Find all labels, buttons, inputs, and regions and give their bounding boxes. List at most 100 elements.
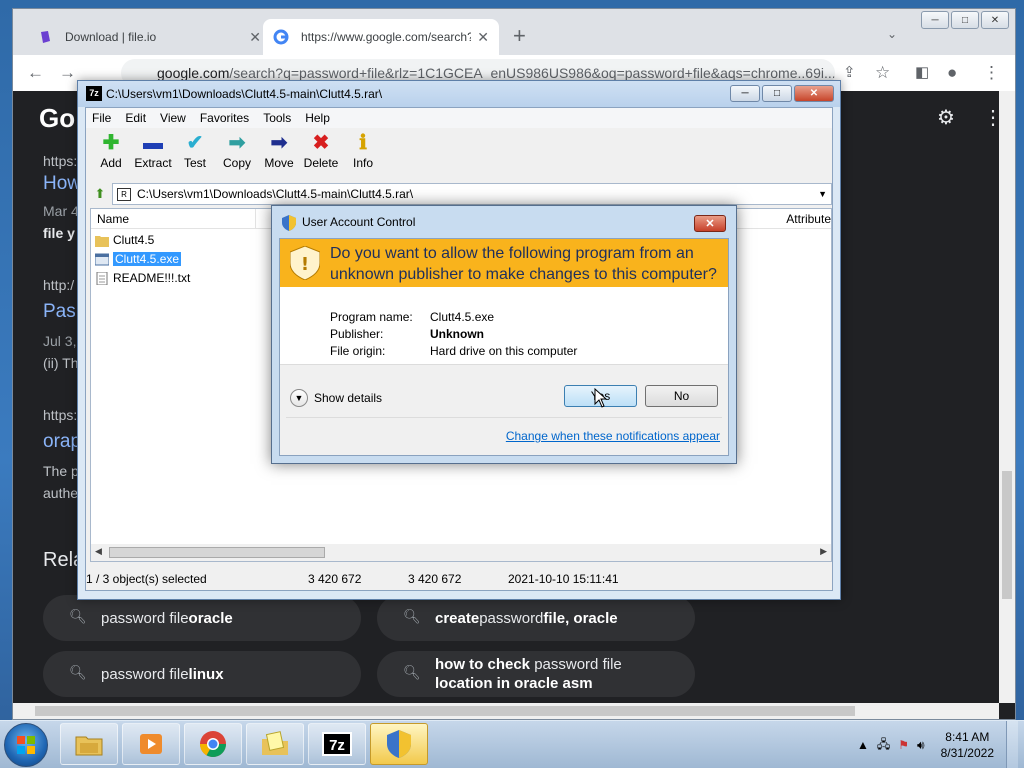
- new-tab-button[interactable]: +: [513, 23, 526, 49]
- result-snippet: (ii) Th: [43, 355, 79, 371]
- show-desktop-button[interactable]: [1006, 721, 1018, 768]
- search-icon: 🔍︎: [403, 608, 421, 624]
- horizontal-scrollbar[interactable]: [13, 703, 999, 719]
- taskbar-chrome[interactable]: [184, 723, 242, 765]
- maximize-button[interactable]: □: [951, 11, 979, 29]
- column-name[interactable]: Name: [97, 212, 129, 226]
- related-search-chip[interactable]: 🔍︎ how to check password file location in…: [377, 651, 695, 697]
- add-icon: ✚: [102, 132, 120, 154]
- file-row-selected[interactable]: Clutt4.5.exe: [95, 250, 182, 268]
- tab-close-icon[interactable]: ✕: [477, 29, 489, 46]
- status-packed-size: 3 420 672: [408, 572, 462, 586]
- menu-help[interactable]: Help: [305, 111, 330, 125]
- copy-button[interactable]: ➡ Copy: [216, 130, 258, 178]
- file-row[interactable]: Clutt4.5: [95, 231, 154, 249]
- clock[interactable]: 8:41 AM 8/31/2022: [941, 729, 994, 761]
- sevenzip-titlebar[interactable]: 7z C:\Users\vm1\Downloads\Clutt4.5-main\…: [78, 81, 840, 107]
- folder-icon: [95, 235, 109, 247]
- taskbar-explorer[interactable]: [60, 723, 118, 765]
- show-hidden-icons-icon[interactable]: ▲: [857, 738, 869, 752]
- vertical-scrollbar[interactable]: [999, 91, 1015, 703]
- taskbar-uac[interactable]: [370, 723, 428, 765]
- close-button[interactable]: ✕: [794, 85, 834, 102]
- network-icon[interactable]: 🖧︎: [877, 735, 890, 756]
- result-date: Jul 3,: [43, 333, 77, 349]
- path-combobox[interactable]: R C:\Users\vm1\Downloads\Clutt4.5-main\C…: [112, 183, 832, 205]
- file-list-hscrollbar[interactable]: ◀ ▶: [91, 544, 831, 561]
- scrollbar-thumb[interactable]: [109, 547, 325, 558]
- chrome-icon: [199, 731, 227, 758]
- result-title[interactable]: How: [43, 173, 81, 195]
- minimize-button[interactable]: ─: [730, 85, 760, 102]
- dropdown-arrow-icon[interactable]: ▼: [818, 189, 827, 199]
- google-logo[interactable]: Go: [39, 103, 75, 134]
- close-button[interactable]: ✕: [694, 215, 726, 232]
- tab-close-icon[interactable]: ✕: [249, 29, 261, 46]
- toolbar: ✚ Add ▬ Extract ✔ Test ➡ Copy ➡ Move ✖ Delete …: [86, 130, 832, 178]
- uac-dialog: User Account Control ✕ ! Do you want to …: [271, 205, 737, 464]
- scrollbar-thumb[interactable]: [35, 706, 855, 716]
- forward-arrow-icon[interactable]: →: [59, 63, 76, 83]
- info-button[interactable]: ℹ Info: [342, 130, 384, 178]
- action-center-icon[interactable]: ⚑: [898, 738, 909, 752]
- change-notifications-link[interactable]: Change when these notifications appear: [506, 429, 720, 443]
- star-icon[interactable]: ☆: [875, 63, 890, 83]
- menu-edit[interactable]: Edit: [125, 111, 146, 125]
- taskbar-media-player[interactable]: [122, 723, 180, 765]
- menu-favorites[interactable]: Favorites: [200, 111, 249, 125]
- shield-icon: [282, 215, 296, 231]
- related-search-chip[interactable]: 🔍︎ password file linux: [43, 651, 361, 697]
- settings-gear-icon[interactable]: ⚙: [937, 105, 955, 130]
- chevron-down-icon: ▼: [290, 389, 308, 407]
- uac-titlebar[interactable]: User Account Control ✕: [272, 206, 736, 238]
- result-title[interactable]: Pas: [43, 301, 76, 323]
- uac-footer: ▼ Show details Yes No Change when these …: [280, 364, 728, 455]
- taskbar-folder-note[interactable]: [246, 723, 304, 765]
- close-button[interactable]: ✕: [981, 11, 1009, 29]
- tab-file-io[interactable]: Download | file.io ✕: [27, 19, 271, 55]
- search-icon: 🔍︎: [403, 664, 421, 680]
- file-row[interactable]: README!!!.txt: [95, 269, 190, 287]
- taskbar: 7z ▲ 🖧︎ ⚑ 🔊︎ 8:41 AM 8/31/2022: [0, 720, 1024, 768]
- related-search-chip[interactable]: 🔍︎ create password file, oracle: [377, 595, 695, 641]
- maximize-button[interactable]: □: [762, 85, 792, 102]
- start-button[interactable]: [4, 723, 48, 767]
- uac-body: ! Do you want to allow the following pro…: [279, 238, 729, 456]
- chip-bold: oracle: [188, 609, 233, 627]
- result-url[interactable]: https:: [43, 407, 77, 423]
- share-icon[interactable]: ⇪: [843, 63, 856, 81]
- menu-file[interactable]: File: [92, 111, 111, 125]
- result-url[interactable]: https:: [43, 153, 77, 169]
- menu-view[interactable]: View: [160, 111, 186, 125]
- back-arrow-icon[interactable]: ←: [27, 63, 44, 83]
- tab-google-search[interactable]: https://www.google.com/search? ✕: [263, 19, 499, 55]
- delete-button[interactable]: ✖ Delete: [300, 130, 342, 178]
- extract-button[interactable]: ▬ Extract: [132, 130, 174, 178]
- column-attributes[interactable]: Attribute: [786, 212, 831, 226]
- scroll-right-icon[interactable]: ▶: [820, 546, 827, 557]
- tab-search-icon[interactable]: ⌄: [887, 27, 897, 41]
- move-button[interactable]: ➡ Move: [258, 130, 300, 178]
- add-button[interactable]: ✚ Add: [90, 130, 132, 178]
- related-search-chip[interactable]: 🔍︎ password file oracle: [43, 595, 361, 641]
- sidepanel-icon[interactable]: ◧: [915, 63, 929, 81]
- mouse-cursor-icon: [594, 388, 608, 408]
- result-title[interactable]: orap: [43, 431, 81, 453]
- test-button[interactable]: ✔ Test: [174, 130, 216, 178]
- result-url[interactable]: http:/: [43, 277, 74, 293]
- menu-tools[interactable]: Tools: [263, 111, 291, 125]
- scrollbar-thumb[interactable]: [1002, 471, 1012, 599]
- volume-icon[interactable]: 🔊︎: [917, 738, 925, 753]
- scroll-left-icon[interactable]: ◀: [95, 546, 102, 557]
- kebab-menu-icon[interactable]: ⋮: [983, 63, 1000, 83]
- explorer-icon: [75, 736, 103, 756]
- show-details-toggle[interactable]: ▼ Show details: [290, 389, 382, 407]
- no-button[interactable]: No: [645, 385, 718, 407]
- tab-title: https://www.google.com/search?: [301, 30, 472, 44]
- profile-icon[interactable]: ●: [947, 63, 957, 83]
- up-folder-icon[interactable]: ⬆: [90, 184, 110, 204]
- clock-time: 8:41 AM: [945, 730, 990, 744]
- archive-icon: R: [117, 187, 131, 201]
- minimize-button[interactable]: ─: [921, 11, 949, 29]
- taskbar-sevenzip[interactable]: 7z: [308, 723, 366, 765]
